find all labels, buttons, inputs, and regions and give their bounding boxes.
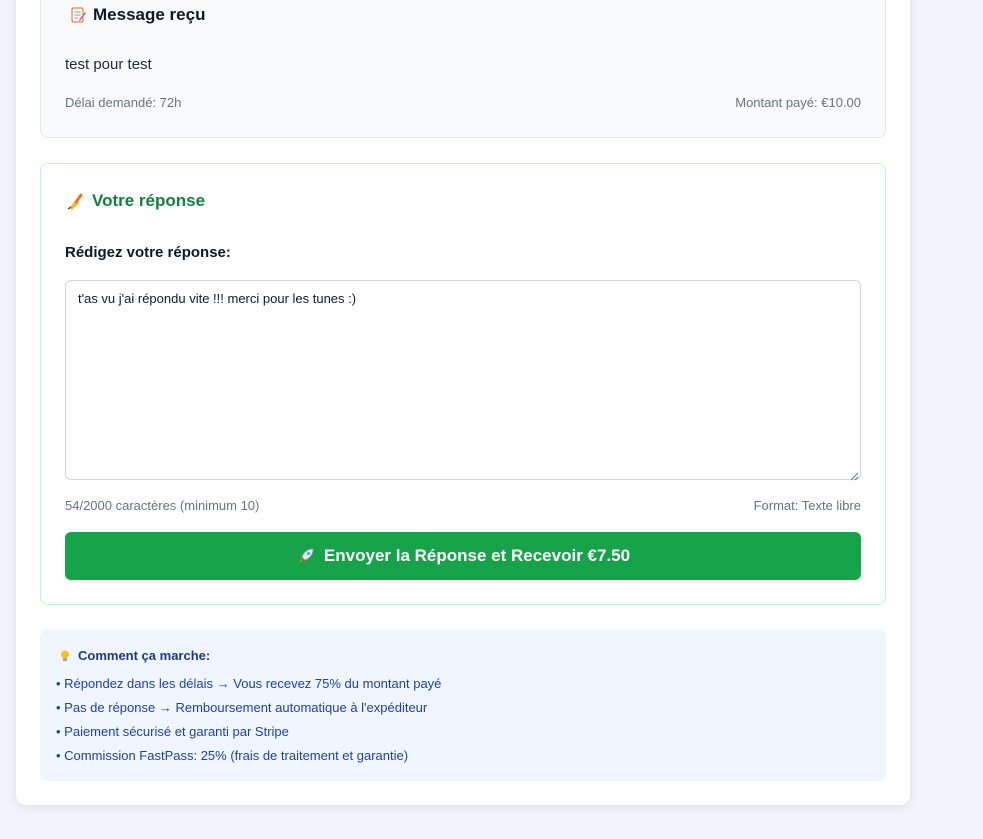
char-counter: 54/2000 caractères (minimum 10) <box>65 498 260 513</box>
submit-reply-button[interactable]: Envoyer la Réponse et Recevoir €7.50 <box>65 532 861 580</box>
memo-icon <box>69 6 87 24</box>
how-it-works-heading: Comment ça marche: <box>58 648 210 663</box>
received-message-body: test pour test <box>65 56 152 73</box>
reply-panel: Votre réponse Rédigez votre réponse: t'a… <box>40 163 886 605</box>
rocket-icon <box>296 546 316 566</box>
requested-delay: Délai demandé: 72h <box>65 95 182 110</box>
how-it-works-list: • Répondez dans les délais → Vous receve… <box>56 674 441 770</box>
reply-field-meta: 54/2000 caractères (minimum 10) Format: … <box>65 498 861 513</box>
main-card: Message reçu test pour test Délai demand… <box>16 0 910 805</box>
amount-paid: Montant payé: €10.00 <box>735 95 861 110</box>
format-hint: Format: Texte libre <box>753 498 861 513</box>
list-item: • Répondez dans les délais → Vous receve… <box>56 676 442 691</box>
reply-field-label: Rédigez votre réponse: <box>65 244 231 261</box>
list-item: • Commission FastPass: 25% (frais de tra… <box>56 748 409 763</box>
submit-reply-label: Envoyer la Réponse et Recevoir €7.50 <box>323 546 631 565</box>
resize-handle-icon[interactable] <box>849 468 859 481</box>
received-message-panel: Message reçu test pour test Délai demand… <box>40 0 886 138</box>
lightbulb-icon <box>58 649 72 663</box>
list-item: • Pas de réponse → Remboursement automat… <box>56 700 428 715</box>
received-message-title: Message reçu <box>93 5 206 24</box>
reply-heading: Votre réponse <box>66 191 205 211</box>
how-it-works-panel: Comment ça marche: • Répondez dans les d… <box>40 629 886 781</box>
reply-title: Votre réponse <box>92 191 206 210</box>
list-item: • Paiement sécurisé et garanti par Strip… <box>56 724 289 739</box>
how-it-works-title: Comment ça marche: <box>78 648 211 663</box>
received-message-meta: Délai demandé: 72h Montant payé: €10.00 <box>65 95 861 110</box>
reply-textarea[interactable]: t'as vu j'ai répondu vite !!! merci pour… <box>65 280 861 480</box>
writing-hand-icon <box>66 191 86 211</box>
received-message-heading: Message reçu <box>69 5 205 25</box>
